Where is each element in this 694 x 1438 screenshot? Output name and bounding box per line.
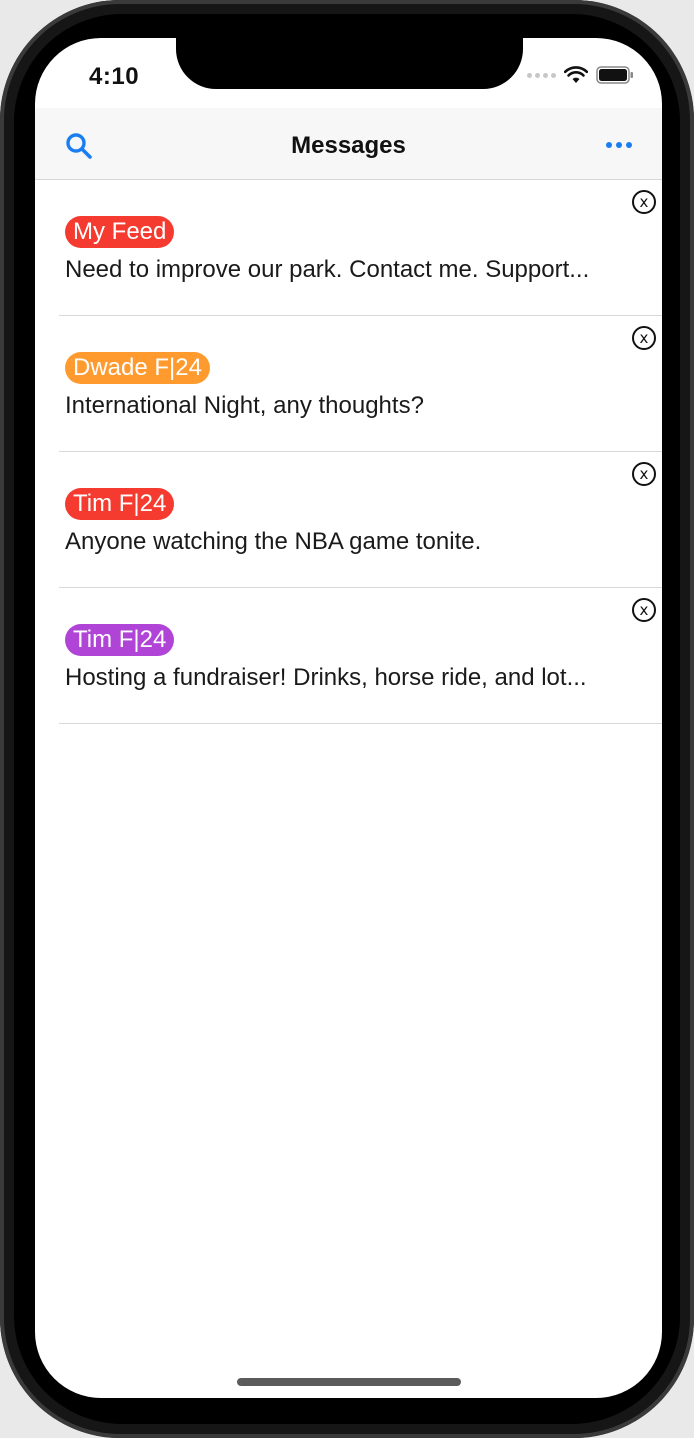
message-preview: Anyone watching the NBA game tonite. (65, 528, 482, 555)
message-tag: Tim F|24 (65, 488, 175, 520)
wifi-icon (564, 66, 588, 83)
home-indicator[interactable] (237, 1378, 461, 1386)
more-button[interactable] (606, 142, 632, 148)
message-tag: My Feed (65, 216, 175, 248)
message-preview: International Night, any thoughts? (65, 392, 424, 419)
close-icon[interactable]: x (632, 190, 656, 214)
app-screen: 4:10 Messages x My Feed Need to improve … (35, 38, 662, 1398)
message-preview: Need to improve our park. Contact me. Su… (65, 256, 590, 283)
device-notch (176, 38, 523, 89)
message-row[interactable]: x Dwade F|24 International Night, any th… (59, 316, 662, 452)
message-row[interactable]: x My Feed Need to improve our park. Cont… (59, 180, 662, 316)
navigation-bar: Messages (35, 108, 662, 180)
message-preview: Hosting a fundraiser! Drinks, horse ride… (65, 664, 587, 691)
message-row[interactable]: x Tim F|24 Hosting a fundraiser! Drinks,… (59, 588, 662, 724)
message-row[interactable]: x Tim F|24 Anyone watching the NBA game … (59, 452, 662, 588)
page-title: Messages (291, 132, 406, 159)
close-icon[interactable]: x (632, 326, 656, 350)
cellular-signal-icon (527, 72, 556, 78)
close-icon[interactable]: x (632, 462, 656, 486)
message-tag: Tim F|24 (65, 624, 175, 656)
more-icon (606, 142, 612, 148)
status-indicators (527, 66, 634, 84)
message-tag: Dwade F|24 (65, 352, 210, 384)
close-icon[interactable]: x (632, 598, 656, 622)
status-time: 4:10 (89, 63, 140, 90)
message-list: x My Feed Need to improve our park. Cont… (35, 180, 662, 724)
battery-icon (596, 66, 633, 84)
